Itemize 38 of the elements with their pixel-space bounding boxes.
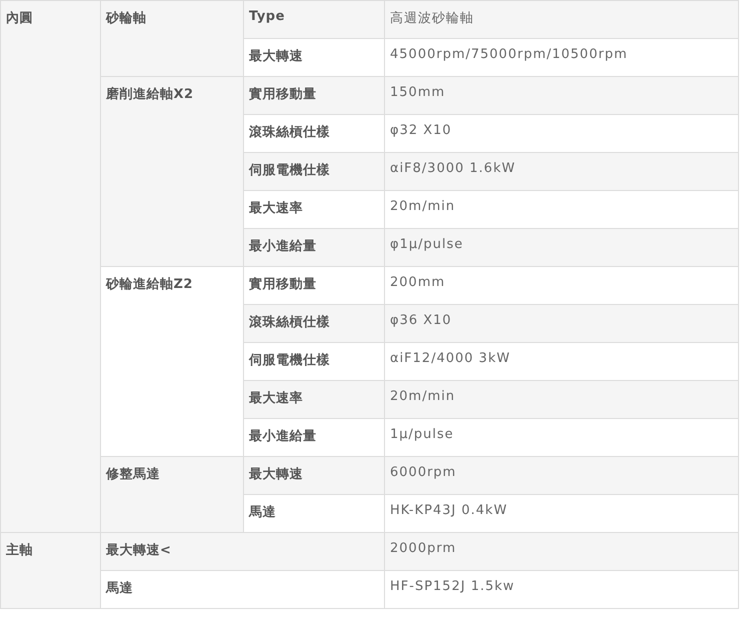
label-cell: 最大速率 [244,380,384,418]
value-cell: 高週波砂輪軸 [384,0,738,38]
value-cell: αiF12/4000 3kW [384,342,738,380]
label-cell: 馬達 [244,494,384,532]
label-cell: 最小進給量 [244,228,384,266]
label-cell: 磨削進給軸X2 [100,76,244,266]
label-cell: 最大轉速 [244,38,384,76]
label-cell: 伺服電機仕樣 [244,342,384,380]
label-cell: 最大轉速< [100,532,384,570]
value-cell: 45000rpm/75000rpm/10500rpm [384,38,738,76]
value-cell: 6000rpm [384,456,738,494]
value-cell: φ32 X10 [384,114,738,152]
label-cell: 砂輪進給軸Z2 [100,266,244,456]
label-cell: 最小進給量 [244,418,384,456]
value-cell: 200mm [384,266,738,304]
label-cell: 馬達 [100,570,384,608]
value-cell: 150mm [384,76,738,114]
value-cell: φ1μ/pulse [384,228,738,266]
value-cell: φ36 X10 [384,304,738,342]
label-cell: 砂輪軸 [100,0,244,76]
label-cell: 實用移動量 [244,76,384,114]
label-cell: 最大轉速 [244,456,384,494]
label-cell: 最大速率 [244,190,384,228]
label-cell: 滾珠絲槓仕樣 [244,304,384,342]
label-cell: 主軸 [0,532,100,608]
value-cell: 2000prm [384,532,738,570]
value-cell: HK-KP43J 0.4kW [384,494,738,532]
label-cell: 修整馬達 [100,456,244,532]
value-cell: 1μ/pulse [384,418,738,456]
label-cell: 伺服電機仕樣 [244,152,384,190]
label-cell: 滾珠絲槓仕樣 [244,114,384,152]
value-cell: HF-SP152J 1.5kw [384,570,738,608]
value-cell: 20m/min [384,380,738,418]
label-cell: 內圓 [0,0,100,532]
label-cell: Type [244,0,384,38]
label-cell: 實用移動量 [244,266,384,304]
value-cell: 20m/min [384,190,738,228]
value-cell: αiF8/3000 1.6kW [384,152,738,190]
